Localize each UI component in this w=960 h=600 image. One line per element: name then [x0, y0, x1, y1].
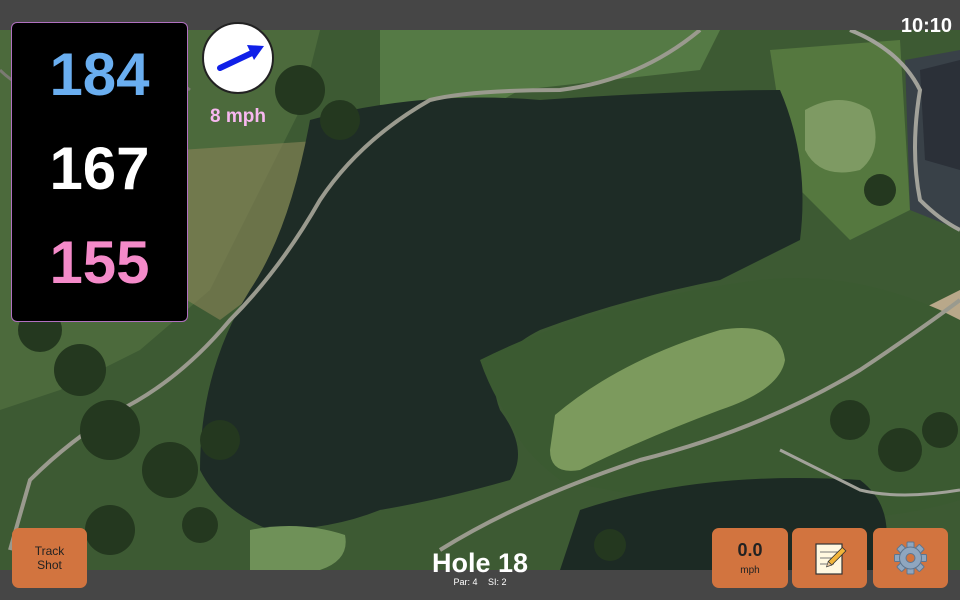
yardage-panel: 184 167 155 — [11, 22, 188, 322]
track-shot-button[interactable]: Track Shot — [12, 528, 87, 588]
middle-yardage: 167 — [49, 135, 150, 202]
track-shot-label-line2: Shot — [37, 558, 62, 572]
speed-button[interactable]: 0.0 mph — [712, 528, 788, 588]
notepad-icon — [815, 543, 847, 575]
hole-par: Par: 4 — [453, 577, 478, 587]
notes-button[interactable] — [792, 528, 867, 588]
track-shot-label-line1: Track — [34, 544, 65, 558]
wind-indicator[interactable] — [202, 22, 274, 94]
gear-icon — [894, 541, 927, 575]
status-clock: 10:10 — [900, 15, 952, 37]
settings-button[interactable] — [873, 528, 948, 588]
back-yardage: 184 — [49, 41, 150, 108]
front-yardage: 155 — [49, 229, 150, 296]
wind-speed-label: 8 mph — [210, 106, 266, 127]
speed-unit: mph — [740, 565, 760, 576]
speed-value: 0.0 — [737, 540, 763, 560]
wind-direction-arrow-icon — [217, 45, 264, 71]
hole-info: Par: 4 SI: 2 — [380, 577, 580, 587]
hole-title: Hole 18 — [431, 548, 529, 578]
hole-stroke-index: SI: 2 — [488, 577, 507, 587]
